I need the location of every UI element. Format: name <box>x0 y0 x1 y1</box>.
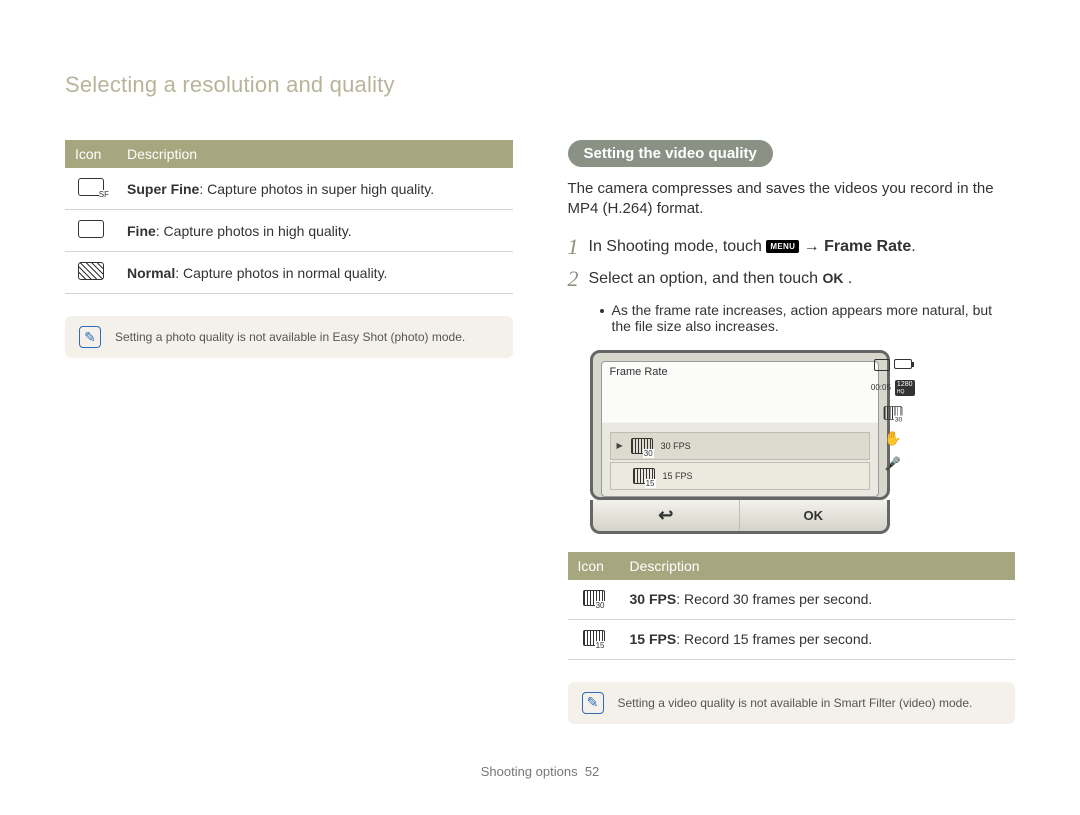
quality-superfine-icon <box>78 178 104 196</box>
step-post: . <box>843 270 852 287</box>
camera-button-bar: ↩ OK <box>590 500 890 534</box>
camera-status-icons: 00:05 1280HQ ✋ 🎤 <box>871 359 915 472</box>
two-column-layout: Icon Description Super Fine: Capture pho… <box>65 140 1015 724</box>
table-row: Normal: Capture photos in normal quality… <box>65 252 513 294</box>
mic-icon: 🎤 <box>885 456 901 472</box>
intro-text: The camera compresses and saves the vide… <box>568 179 1016 220</box>
th-desc: Description <box>620 552 1016 580</box>
step-1: 1 In Shooting mode, touch MENU → Frame R… <box>568 238 1016 258</box>
row-desc: : Record 30 frames per second. <box>676 591 872 607</box>
camera-back-button[interactable]: ↩ <box>593 500 741 531</box>
row-label: Fine <box>127 223 156 239</box>
row-label: Super Fine <box>127 181 199 197</box>
menu-icon: MENU <box>766 240 799 253</box>
camera-menu-item[interactable]: 15 FPS <box>610 462 870 490</box>
step-target: Frame Rate <box>824 238 911 255</box>
step-text: In Shooting mode, touch MENU → Frame Rat… <box>589 238 916 256</box>
page-title: Selecting a resolution and quality <box>65 72 1015 98</box>
note-box: ✎ Setting a photo quality is not availab… <box>65 316 513 358</box>
row-desc: : Capture photos in normal quality. <box>175 265 387 281</box>
step-number: 1 <box>568 236 579 258</box>
row-label: 15 FPS <box>630 631 677 647</box>
left-column: Icon Description Super Fine: Capture pho… <box>65 140 513 724</box>
note-icon: ✎ <box>582 692 604 714</box>
section-pill: Setting the video quality <box>568 140 773 167</box>
row-label: 30 FPS <box>630 591 677 607</box>
step-text: Select an option, and then touch OK . <box>589 270 853 288</box>
th-icon: Icon <box>65 140 117 168</box>
table-row: Super Fine: Capture photos in super high… <box>65 168 513 210</box>
stabilizer-icon: ✋ <box>884 430 901 447</box>
step-bullets: As the frame rate increases, action appe… <box>600 302 1016 334</box>
menu-item-label: 30 FPS <box>661 441 691 451</box>
bullet-text: As the frame rate increases, action appe… <box>612 302 1016 334</box>
note-icon: ✎ <box>79 326 101 348</box>
camera-menu-title: Frame Rate <box>610 366 668 378</box>
table-row: Fine: Capture photos in high quality. <box>65 210 513 252</box>
fps-30-icon <box>583 590 605 606</box>
resolution-badge: 1280HQ <box>895 380 915 396</box>
footer-section: Shooting options <box>481 764 578 779</box>
row-label: Normal <box>127 265 175 281</box>
fps-table: Icon Description 30 FPS: Record 30 frame… <box>568 552 1016 660</box>
note-text: Setting a video quality is not available… <box>618 696 973 710</box>
ok-label: OK <box>804 508 824 523</box>
row-desc: : Capture photos in high quality. <box>156 223 352 239</box>
camera-screen: Frame Rate ▶ 30 FPS 15 FPS <box>590 350 890 500</box>
step-2: 2 Select an option, and then touch OK . <box>568 270 1016 290</box>
photo-quality-table: Icon Description Super Fine: Capture pho… <box>65 140 513 294</box>
table-row: 15 FPS: Record 15 frames per second. <box>568 619 1016 659</box>
camera-menu-item[interactable]: ▶ 30 FPS <box>610 432 870 460</box>
note-box: ✎ Setting a video quality is not availab… <box>568 682 1016 724</box>
quality-normal-icon <box>78 262 104 280</box>
step-pre: In Shooting mode, touch <box>589 238 767 255</box>
right-column: Setting the video quality The camera com… <box>568 140 1016 724</box>
menu-item-label: 15 FPS <box>663 471 693 481</box>
footer-page-number: 52 <box>585 764 599 779</box>
row-desc: : Record 15 frames per second. <box>676 631 872 647</box>
back-arrow-icon: ↩ <box>658 505 673 526</box>
camera-screen-mock: Frame Rate ▶ 30 FPS 15 FPS <box>590 350 890 534</box>
fps-status-icon <box>883 406 902 420</box>
step-post: . <box>911 238 915 255</box>
page-footer: Shooting options 52 <box>0 764 1080 779</box>
note-text: Setting a photo quality is not available… <box>115 330 465 344</box>
battery-icon <box>894 359 912 369</box>
selected-arrow-icon: ▶ <box>617 441 623 450</box>
table-row: 30 FPS: Record 30 frames per second. <box>568 580 1016 620</box>
fps-15-icon <box>633 468 655 484</box>
camera-menu-list: ▶ 30 FPS 15 FPS <box>610 430 870 490</box>
rec-time: 00:05 <box>871 383 891 392</box>
fps-30-icon <box>631 438 653 454</box>
bullet-dot-icon <box>600 309 604 313</box>
quality-fine-icon <box>78 220 104 238</box>
step-number: 2 <box>568 268 579 290</box>
row-desc: : Capture photos in super high quality. <box>199 181 434 197</box>
step-arrow: → <box>804 238 824 255</box>
camera-ok-button[interactable]: OK <box>740 500 887 531</box>
th-icon: Icon <box>568 552 620 580</box>
fps-15-icon <box>583 630 605 646</box>
ok-inline-icon: OK <box>822 270 843 286</box>
storage-icon <box>874 359 890 371</box>
step-pre: Select an option, and then touch <box>589 270 823 287</box>
th-desc: Description <box>117 140 513 168</box>
